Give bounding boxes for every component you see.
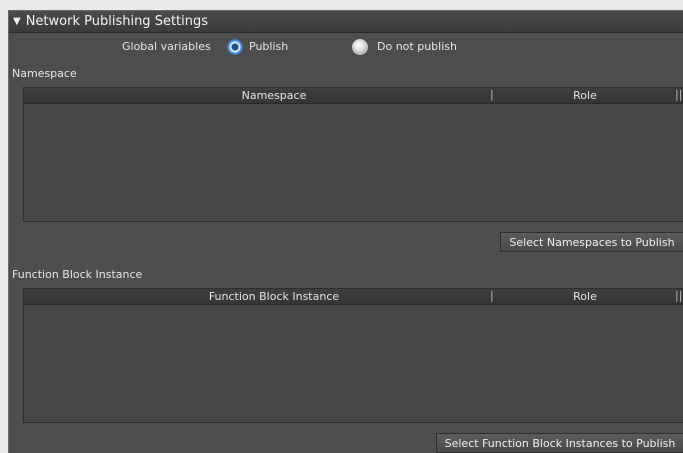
column-separator[interactable]: || (675, 289, 682, 302)
fb-section-label: Function Block Instance (12, 268, 143, 281)
fb-instance-table[interactable]: Function Block Instance | Role || (23, 288, 683, 423)
publish-radio-label[interactable]: Publish (249, 40, 288, 53)
select-namespaces-button[interactable]: Select Namespaces to Publish (500, 232, 683, 252)
fb-instance-table-header: Function Block Instance | Role || (24, 289, 683, 305)
select-fb-instances-button[interactable]: Select Function Block Instances to Publi… (436, 433, 683, 453)
network-publishing-panel: ▼ Network Publishing Settings Global var… (8, 10, 683, 453)
column-header-role[interactable]: Role (555, 89, 615, 102)
namespace-table[interactable]: Namespace | Role || (23, 87, 683, 222)
column-header-role[interactable]: Role (555, 290, 615, 303)
do-not-publish-radio[interactable] (352, 39, 368, 55)
do-not-publish-radio-label[interactable]: Do not publish (377, 40, 457, 53)
global-variables-row: Global variables Publish Do not publish (9, 39, 683, 57)
column-header-function-block-instance[interactable]: Function Block Instance (184, 290, 364, 303)
column-header-namespace[interactable]: Namespace (224, 89, 324, 102)
section-title: Network Publishing Settings (25, 14, 209, 29)
namespace-table-header: Namespace | Role || (24, 88, 683, 104)
column-separator[interactable]: | (490, 88, 494, 101)
publish-radio[interactable] (227, 39, 243, 55)
triangle-down-icon[interactable]: ▼ (13, 16, 21, 27)
column-separator[interactable]: || (675, 88, 682, 101)
global-variables-label: Global variables (122, 40, 211, 53)
section-header[interactable]: ▼ Network Publishing Settings (9, 11, 683, 33)
column-separator[interactable]: | (490, 289, 494, 302)
namespace-section-label: Namespace (12, 67, 77, 80)
